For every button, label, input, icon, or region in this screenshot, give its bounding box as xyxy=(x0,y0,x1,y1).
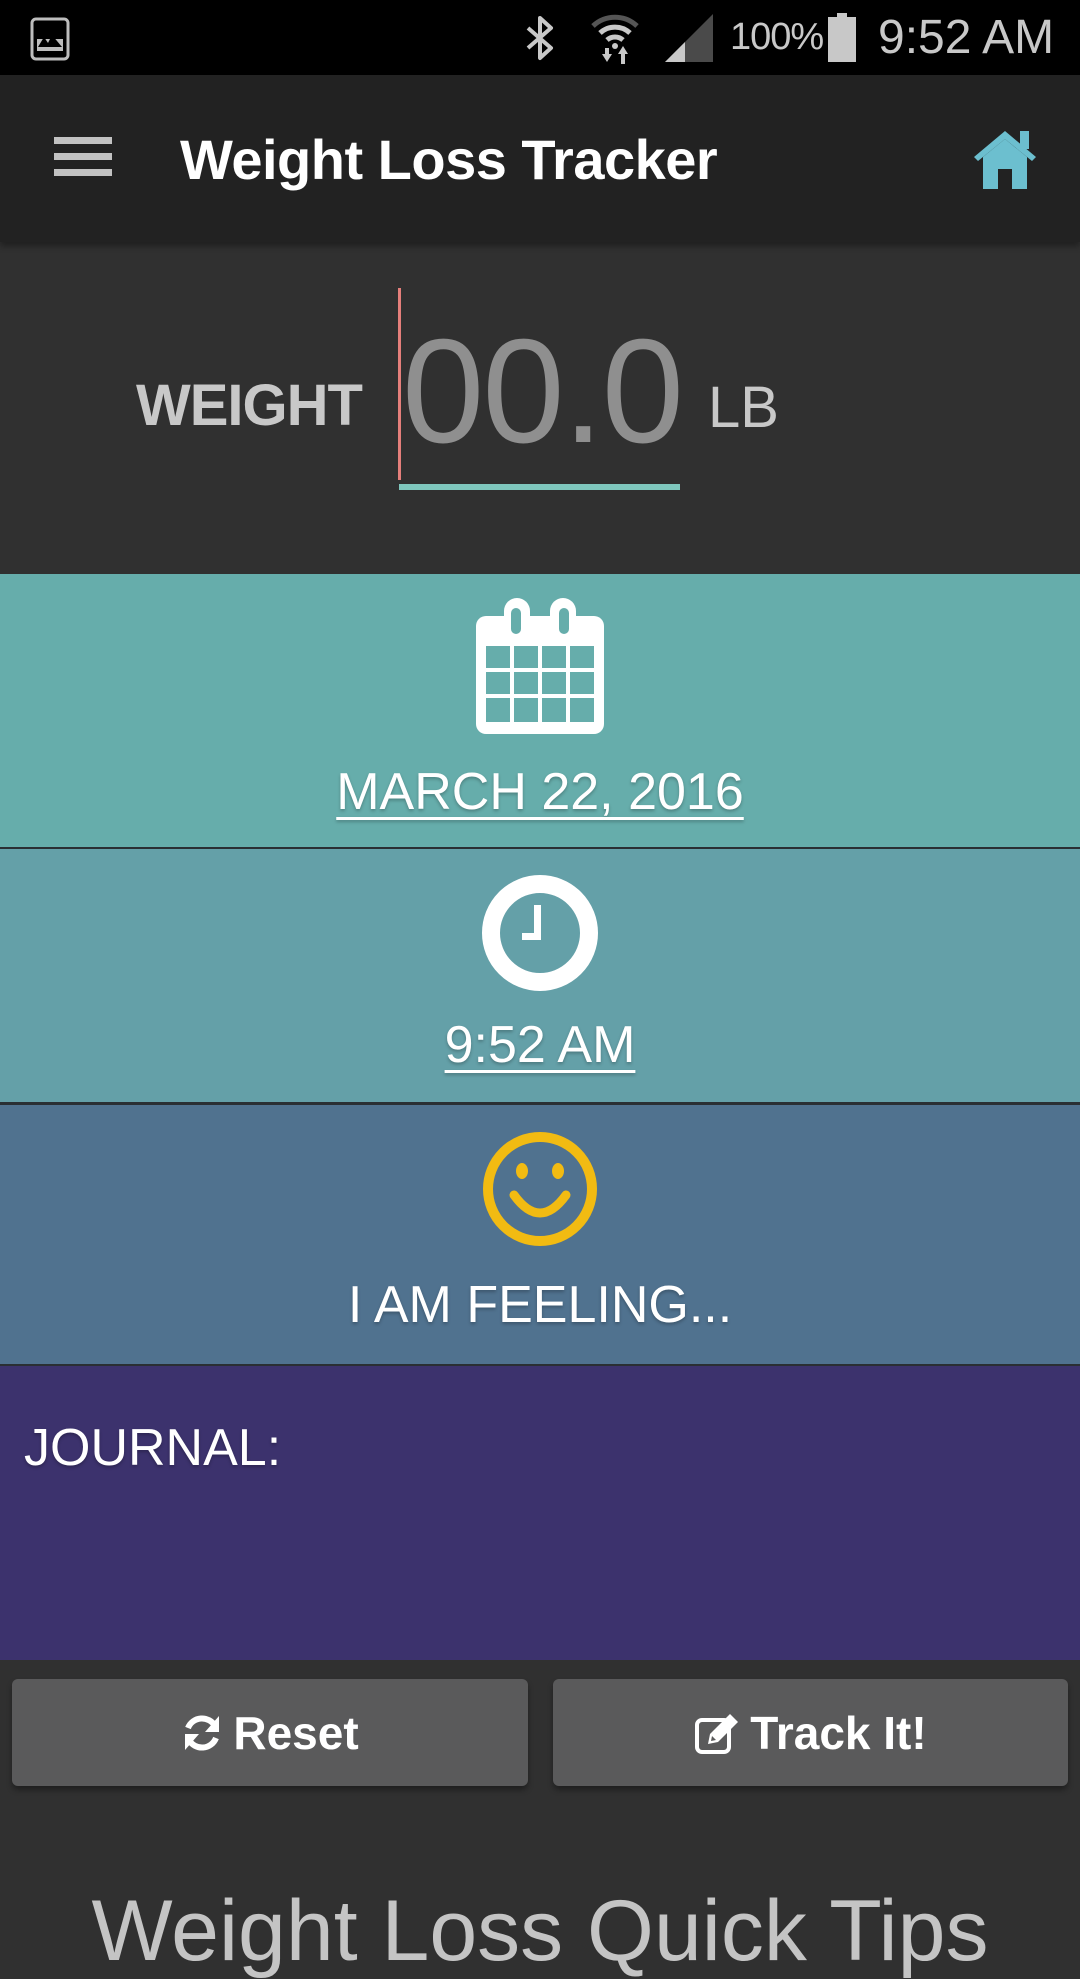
track-it-label: Track It! xyxy=(750,1706,927,1759)
edit-icon xyxy=(695,1713,739,1754)
hamburger-menu-icon[interactable] xyxy=(54,137,112,179)
home-icon[interactable] xyxy=(970,127,1040,189)
gallery-notification-icon xyxy=(30,17,70,61)
time-link[interactable]: 9:52 AM xyxy=(0,1015,1080,1075)
reset-label: Reset xyxy=(233,1706,359,1759)
reset-button[interactable]: Reset xyxy=(12,1679,528,1786)
cell-signal-icon xyxy=(665,14,713,62)
app-title: Weight Loss Tracker xyxy=(180,128,718,191)
weight-section: WEIGHT 00.0 LB xyxy=(0,242,1080,574)
weight-unit: LB xyxy=(708,375,779,440)
clock-icon xyxy=(482,875,598,991)
weight-label: WEIGHT xyxy=(136,373,363,438)
journal-input[interactable] xyxy=(0,1366,1080,1660)
input-underline xyxy=(399,484,680,490)
feeling-label[interactable]: I AM FEELING... xyxy=(0,1275,1080,1335)
status-bar: 100% 9:52 AM xyxy=(0,0,1080,75)
bluetooth-icon xyxy=(526,16,553,60)
status-clock: 9:52 AM xyxy=(878,11,1055,64)
calendar-icon xyxy=(476,598,604,734)
battery-icon xyxy=(828,13,856,62)
text-cursor xyxy=(398,288,401,480)
wifi-icon xyxy=(591,14,639,64)
weight-input[interactable]: 00.0 xyxy=(398,288,684,490)
smiley-face-icon xyxy=(483,1132,597,1246)
refresh-icon xyxy=(185,1714,220,1751)
battery-percent: 100% xyxy=(730,16,824,58)
weight-placeholder: 00.0 xyxy=(402,309,684,474)
date-link[interactable]: MARCH 22, 2016 xyxy=(0,762,1080,822)
date-picker-panel[interactable]: MARCH 22, 2016 xyxy=(0,574,1080,847)
journal-panel: JOURNAL: xyxy=(0,1366,1080,1660)
app-bar: Weight Loss Tracker xyxy=(0,75,1080,242)
time-picker-panel[interactable]: 9:52 AM xyxy=(0,849,1080,1102)
feeling-panel[interactable]: I AM FEELING... xyxy=(0,1105,1080,1364)
track-it-button[interactable]: Track It! xyxy=(553,1679,1068,1786)
tips-heading: Weight Loss Quick Tips xyxy=(91,1883,989,1979)
